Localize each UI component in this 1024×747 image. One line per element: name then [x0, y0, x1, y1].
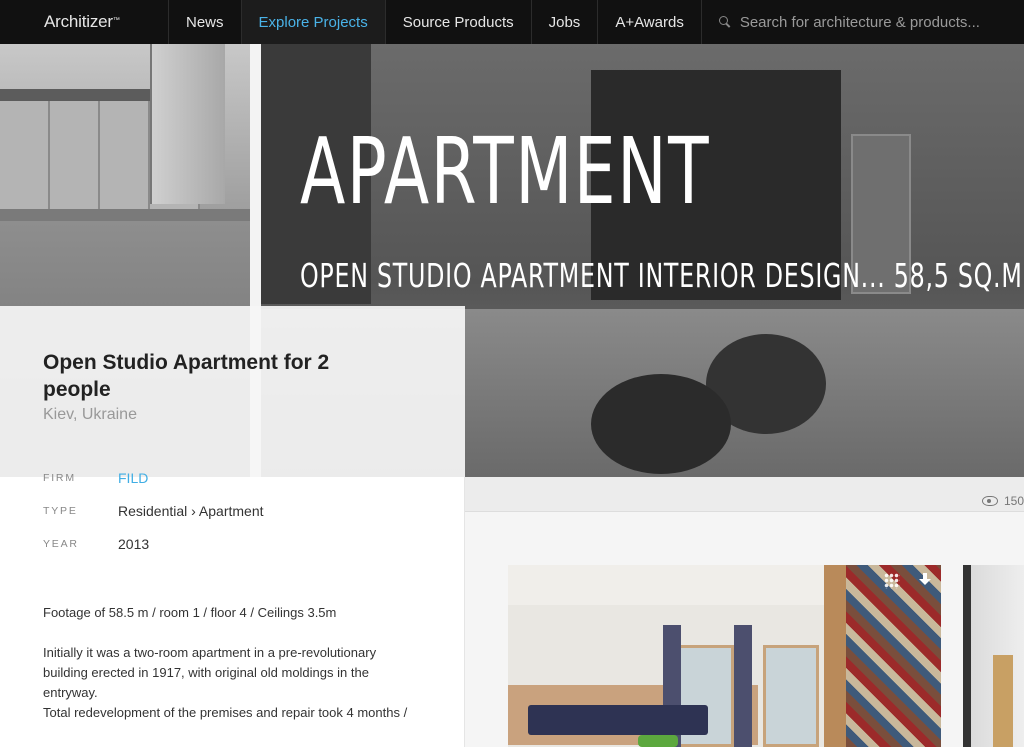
- meta-row-firm: FIRM FILD: [43, 470, 148, 486]
- kitchen-fridge: [150, 44, 225, 204]
- meta-label-type: TYPE: [43, 505, 78, 517]
- meta-label-year: YEAR: [43, 538, 79, 550]
- grid-icon[interactable]: [884, 573, 900, 589]
- nav-item-jobs[interactable]: Jobs: [530, 0, 598, 44]
- photo-curtain: [734, 625, 752, 747]
- description-paragraph-2: Initially it was a two-room apartment in…: [43, 645, 377, 700]
- hero-subtitle: OPEN STUDIO APARTMENT INTERIOR DESIGN...…: [300, 256, 1024, 295]
- meta-value-type: Residential › Apartment: [118, 503, 264, 519]
- eye-icon: [981, 496, 998, 506]
- gallery-photo-next[interactable]: [963, 565, 1024, 747]
- logo-text: Architizer: [44, 12, 113, 31]
- hero-title: APARTMENT: [300, 118, 710, 225]
- logo-trademark: ™: [112, 16, 120, 24]
- stats-bar: 150: [465, 477, 1024, 512]
- view-count-value: 150: [1003, 494, 1024, 508]
- photo-wood-beam: [824, 565, 846, 747]
- nav-search: [700, 0, 1024, 44]
- search-input[interactable]: [739, 13, 1000, 31]
- nav-item-news[interactable]: News: [168, 0, 241, 44]
- top-nav: Architizer ™ News Explore Projects Source…: [0, 0, 1024, 44]
- meta-value-year: 2013: [118, 536, 150, 552]
- meta-label-firm: FIRM: [43, 472, 76, 484]
- view-count: 150: [981, 494, 1024, 508]
- nav-item-explore-projects[interactable]: Explore Projects: [240, 0, 385, 44]
- beanbag-left: [591, 374, 731, 474]
- project-title: Open Studio Apartment for 2 people: [43, 351, 330, 401]
- search-icon: [718, 15, 732, 29]
- photo-window: [763, 645, 819, 747]
- description-paragraph-1: Footage of 58.5 m / room 1 / floor 4 / C…: [43, 605, 337, 620]
- photo-bed: [528, 705, 708, 735]
- photo-poster-collage: [846, 565, 941, 747]
- architizer-logo[interactable]: Architizer ™: [0, 0, 168, 44]
- meta-row-year: YEAR 2013: [43, 536, 149, 552]
- firm-link[interactable]: FILD: [118, 470, 148, 486]
- meta-row-type: TYPE Residential › Apartment: [43, 503, 264, 519]
- description-paragraph-3: Total redevelopment of the premises and …: [43, 705, 408, 720]
- nav-item-source-products[interactable]: Source Products: [384, 0, 531, 44]
- nav-item-a-awards[interactable]: A+Awards: [597, 0, 701, 44]
- kitchen-floor: [0, 209, 250, 221]
- download-icon[interactable]: [918, 573, 932, 587]
- photo-floor-mat: [638, 735, 678, 747]
- project-location: Kiev, Ukraine: [43, 406, 137, 423]
- gallery-photo[interactable]: [508, 565, 941, 747]
